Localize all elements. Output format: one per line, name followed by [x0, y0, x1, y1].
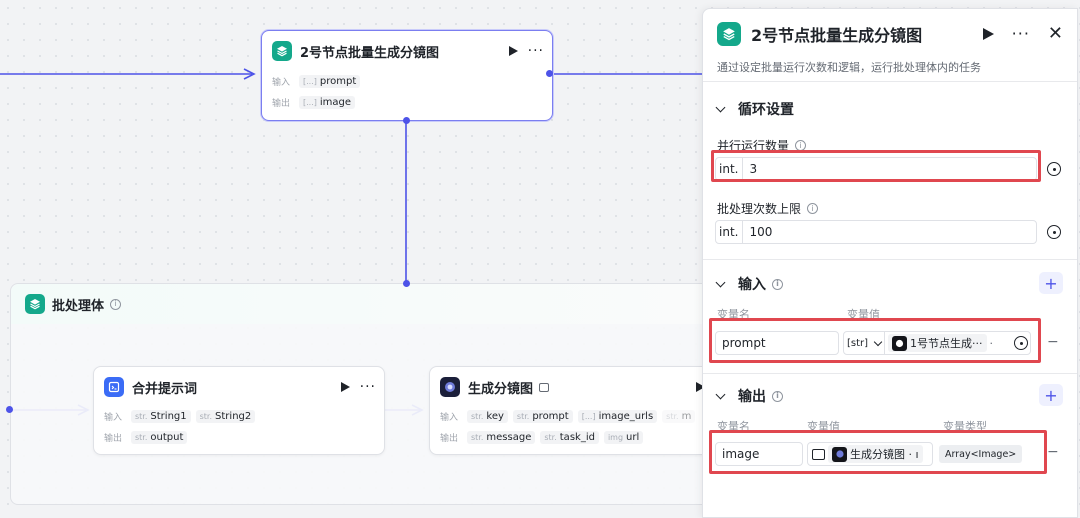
batch-body-layers-icon: [25, 294, 45, 314]
batch-node[interactable]: 2号节点批量生成分镜图 ··· 输入 [...] prompt 输出 [...] i…: [261, 30, 553, 121]
chevron-down-icon: [715, 102, 726, 112]
merge-node-input-row: 输入 str. String1 str. String2: [104, 410, 256, 423]
input-var-tag: str. key: [467, 410, 508, 423]
input-var-tag: str. m: [662, 410, 696, 423]
input-section-header[interactable]: 输入 i: [715, 274, 783, 294]
batch-node-input-row: 输入 [...] prompt: [272, 75, 361, 88]
panel-layers-icon: [717, 22, 741, 46]
input-var-tag: str. String2: [195, 410, 256, 423]
more-icon[interactable]: ···: [528, 44, 544, 58]
highlight-parallel-count: [711, 150, 1041, 182]
remove-output-icon[interactable]: −: [1047, 444, 1059, 460]
remove-input-icon[interactable]: −: [1047, 334, 1059, 350]
batch-node-bottom-port[interactable]: [403, 117, 410, 124]
info-icon[interactable]: i: [772, 278, 783, 290]
panel-description: 通过设定批量运行次数和逻辑，运行批处理体内的任务: [717, 61, 981, 74]
loop-section-header[interactable]: 循环设置: [715, 99, 794, 119]
panel-title: 2号节点批量生成分镜图: [751, 26, 923, 45]
highlight-input-row: [709, 318, 1041, 363]
batch-layers-icon: [272, 41, 292, 61]
batch-body-top-port[interactable]: [403, 280, 410, 287]
batch-body-title: 批处理体: [52, 298, 105, 314]
batch-limit-input[interactable]: int. 100: [715, 220, 1037, 244]
reference-variable-icon[interactable]: [1047, 162, 1061, 176]
output-var-tag: str. message: [467, 431, 536, 444]
panel-more-icon[interactable]: ···: [1012, 26, 1030, 42]
info-icon[interactable]: i: [807, 203, 819, 214]
merge-code-icon: [104, 377, 124, 397]
output-var-tag: img url: [603, 431, 644, 444]
gen-node-title: 生成分镜图: [468, 381, 534, 397]
add-output-button[interactable]: +: [1039, 384, 1063, 406]
input-var-tag: [...] image_urls: [577, 410, 658, 423]
divider: [703, 259, 1077, 260]
input-var-tag: str. prompt: [512, 410, 573, 423]
output-section-header[interactable]: 输出 i: [715, 386, 783, 406]
panel-play-icon[interactable]: [982, 28, 994, 40]
merge-node[interactable]: 合并提示词 ··· 输入 str. String1 str. String2 输出 …: [93, 366, 385, 455]
info-icon[interactable]: i: [772, 390, 783, 402]
merge-node-output-row: 输出 str. output: [104, 431, 188, 444]
storyboard-plugin-icon: [440, 377, 460, 397]
output-var-tag: str. output: [131, 431, 188, 444]
batch-node-output-row: 输出 [...] image: [272, 96, 356, 109]
batch-body-left-port[interactable]: [6, 406, 13, 413]
output-var-tag: [...] image: [299, 96, 356, 109]
plugin-badge-icon: [539, 382, 550, 392]
input-var-tag: [...] prompt: [299, 75, 361, 88]
reference-variable-icon[interactable]: [1047, 225, 1061, 239]
highlight-output-row: [709, 430, 1047, 474]
batch-node-title: 2号节点批量生成分镜图: [300, 45, 440, 61]
gen-node-output-row: 输出 str. message str. task_id img url: [440, 431, 644, 444]
input-var-tag: str. String1: [131, 410, 191, 423]
divider: [703, 373, 1077, 374]
play-icon[interactable]: [340, 382, 350, 392]
chevron-down-icon: [715, 389, 726, 399]
divider: [703, 81, 1077, 82]
play-icon[interactable]: [508, 46, 518, 56]
merge-node-title: 合并提示词: [132, 381, 198, 397]
close-icon[interactable]: ✕: [1048, 25, 1063, 43]
info-icon[interactable]: i: [110, 298, 122, 310]
chevron-down-icon: [715, 277, 726, 287]
output-var-tag: str. task_id: [540, 431, 599, 444]
generate-storyboard-node[interactable]: 生成分镜图 输入 str. key str. prompt [...] image_u…: [429, 366, 719, 455]
batch-limit-label: 批处理次数上限 i: [717, 200, 819, 217]
add-input-button[interactable]: +: [1039, 272, 1063, 294]
batch-node-out-port[interactable]: [546, 70, 553, 77]
gen-node-input-row: 输入 str. key str. prompt [...] image_urls st…: [440, 410, 696, 423]
more-icon[interactable]: ···: [360, 380, 376, 394]
